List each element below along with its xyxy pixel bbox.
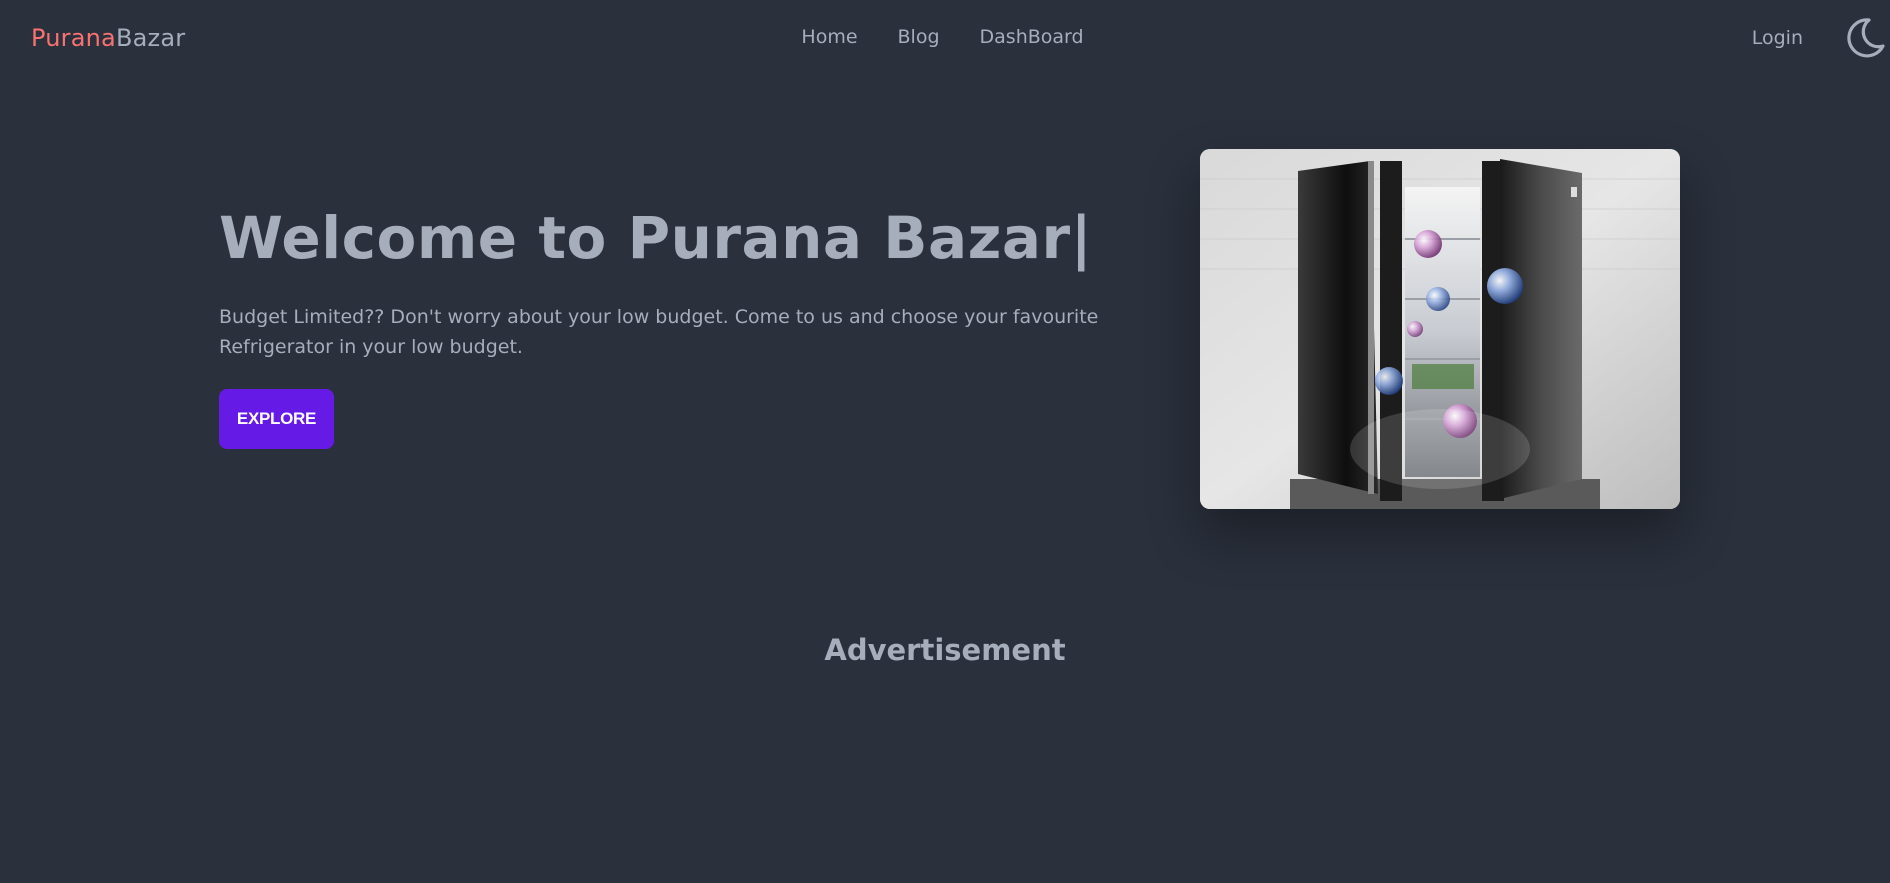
main-nav: Home Blog DashBoard <box>0 26 1890 48</box>
nav-link-blog[interactable]: Blog <box>898 26 940 48</box>
moon-icon[interactable] <box>1843 16 1885 58</box>
hero-description: Budget Limited?? Don't worry about your … <box>219 306 1099 358</box>
advertisement-title: Advertisement <box>824 633 1066 667</box>
refrigerator-image <box>1200 149 1680 509</box>
login-link[interactable]: Login <box>1752 27 1803 49</box>
hero-title: Welcome to Purana Bazar| <box>219 204 1093 272</box>
nav-link-dashboard[interactable]: DashBoard <box>980 26 1084 48</box>
navbar: PuranaBazar Home Blog DashBoard Login <box>0 0 1890 80</box>
explore-button[interactable]: EXPLORE <box>219 389 334 449</box>
nav-link-home[interactable]: Home <box>801 26 857 48</box>
